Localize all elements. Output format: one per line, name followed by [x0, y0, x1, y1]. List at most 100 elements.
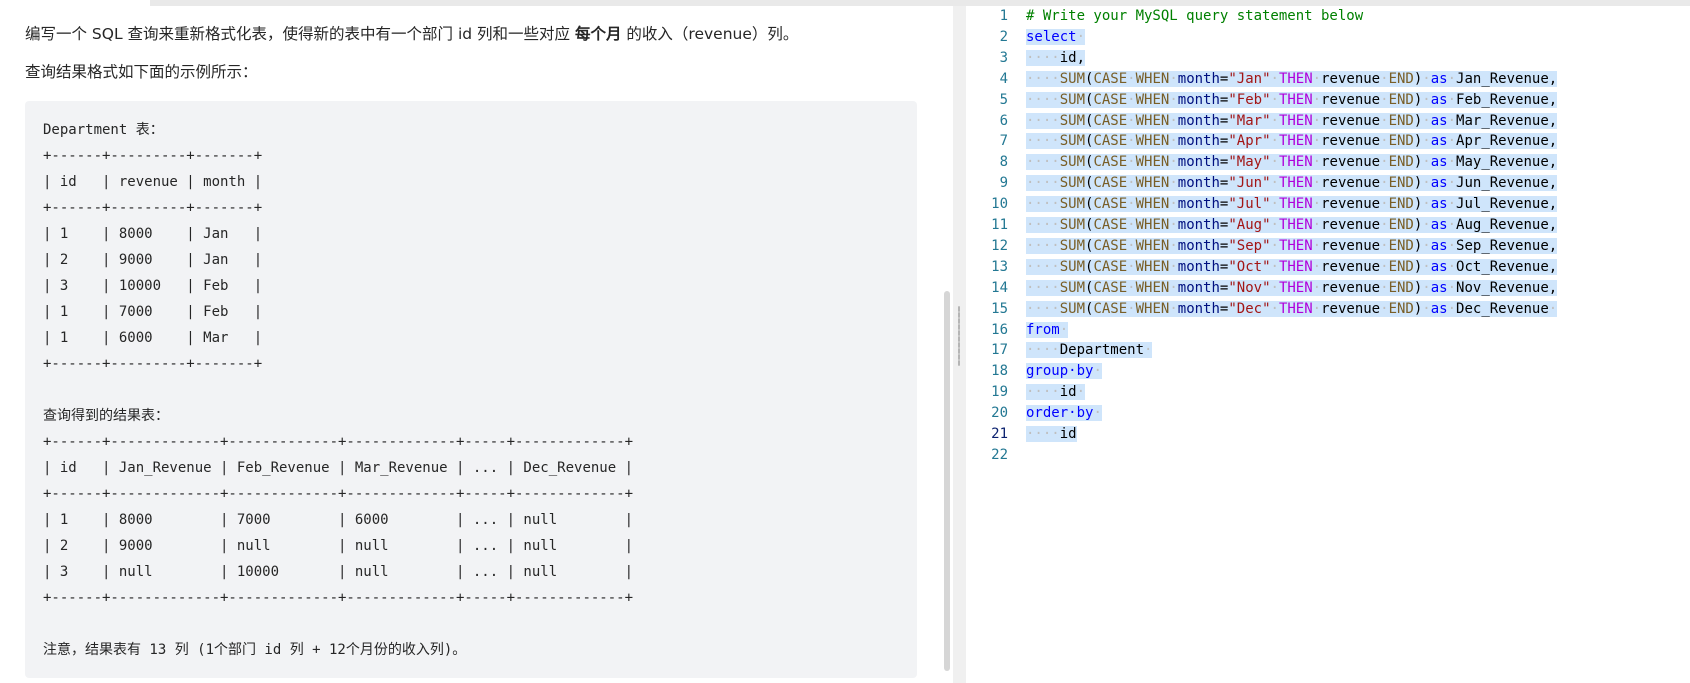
example-line: +------+-------------+-------------+----…	[43, 486, 634, 502]
keyword: THEN	[1278, 258, 1313, 275]
line-number: 22	[991, 446, 1008, 463]
whitespace-marker: ·	[1447, 175, 1457, 192]
code-line[interactable]: ····id·	[1026, 382, 1086, 403]
keyword: CASE	[1093, 70, 1128, 87]
whitespace-marker: ·	[1312, 279, 1322, 296]
identifier: month	[1177, 91, 1220, 108]
example-line: | 2 | 9000 | Jan |	[43, 252, 263, 268]
example-line: | id | Jan_Revenue | Feb_Revenue | Mar_R…	[43, 460, 634, 476]
keyword: CASE	[1093, 258, 1128, 275]
panel-splitter[interactable]	[953, 6, 966, 683]
alias: Sep_Revenue,	[1456, 237, 1558, 254]
keyword: CASE	[1093, 217, 1128, 233]
keyword: select	[1026, 28, 1077, 45]
identifier: revenue	[1321, 258, 1381, 275]
line-number: 9	[999, 175, 1008, 192]
whitespace-marker: ·	[1127, 154, 1136, 171]
line-number: 5	[999, 91, 1008, 108]
whitespace-marker: ····	[1026, 237, 1060, 254]
code-line[interactable]: ····SUM(CASE·WHEN·month="Aug"·THEN·reven…	[1026, 215, 1558, 236]
whitespace-marker: ·	[1127, 300, 1136, 317]
keyword: CASE	[1093, 279, 1128, 296]
description-scrollbar[interactable]	[944, 291, 950, 671]
line-number: 8	[999, 154, 1008, 171]
function: SUM	[1059, 258, 1086, 275]
keyword: WHEN	[1135, 112, 1170, 129]
keyword: THEN	[1278, 91, 1313, 108]
keyword: THEN	[1278, 217, 1313, 233]
code-line[interactable]: ····SUM(CASE·WHEN·month="Feb"·THEN·reven…	[1026, 90, 1558, 111]
example-line: | 2 | 9000 | null | null | ... | null |	[43, 538, 634, 554]
keyword: END	[1388, 279, 1414, 296]
code-line[interactable]: ····SUM(CASE·WHEN·month="Dec"·THEN·reven…	[1026, 299, 1558, 320]
alias: Nov_Revenue,	[1456, 279, 1558, 296]
drag-handle-icon[interactable]	[958, 306, 960, 366]
code-line[interactable]: order·by·	[1026, 403, 1102, 424]
example-line	[43, 377, 899, 403]
selected-text: ····SUM(CASE·WHEN·month="Sep"·THEN·reven…	[1026, 237, 1558, 254]
code-line[interactable]: ····SUM(CASE·WHEN·month="Mar"·THEN·reven…	[1026, 111, 1558, 132]
whitespace-marker: ·	[1169, 300, 1178, 317]
string: "Jun"	[1228, 175, 1271, 192]
code-line[interactable]: group·by·	[1026, 361, 1102, 382]
whitespace-marker: ·	[1127, 70, 1136, 87]
whitespace-marker: ·	[1093, 405, 1102, 422]
whitespace-marker: ·	[1422, 279, 1431, 296]
code-line[interactable]: ····id,	[1026, 48, 1086, 69]
code-line[interactable]: ····id	[1026, 424, 1077, 445]
function: SUM	[1059, 237, 1086, 254]
example-line: 查询得到的结果表：	[43, 408, 169, 424]
code-line[interactable]: ····SUM(CASE·WHEN·month="Jan"·THEN·reven…	[1026, 69, 1558, 90]
identifier: revenue	[1321, 91, 1381, 108]
keyword: as	[1430, 258, 1448, 275]
whitespace-marker: ·	[1270, 154, 1279, 171]
whitespace-marker: ····	[1026, 342, 1060, 359]
example-line: | 3 | null | 10000 | null | ... | null |	[43, 564, 634, 580]
whitespace-marker: ····	[1026, 133, 1060, 150]
code-line[interactable]: ····Department·	[1026, 340, 1153, 361]
selected-text: ····SUM(CASE·WHEN·month="Mar"·THEN·reven…	[1026, 112, 1558, 129]
keyword: as	[1430, 133, 1448, 150]
whitespace-marker: ·	[1312, 91, 1322, 108]
whitespace-marker: ·	[1270, 279, 1279, 296]
whitespace-marker: ·	[1380, 175, 1389, 192]
whitespace-marker: ·	[1312, 300, 1322, 317]
code-line[interactable]: # Write your MySQL query statement below	[1026, 6, 1363, 27]
whitespace-marker: ····	[1026, 300, 1060, 317]
line-number: 14	[991, 279, 1008, 296]
code-line[interactable]: ····SUM(CASE·WHEN·month="Apr"·THEN·reven…	[1026, 131, 1558, 152]
whitespace-marker: ·	[1422, 237, 1431, 254]
alias: Aug_Revenue,	[1456, 217, 1558, 233]
code-line[interactable]: ····SUM(CASE·WHEN·month="Oct"·THEN·reven…	[1026, 257, 1558, 278]
alias: Mar_Revenue,	[1456, 112, 1558, 129]
line-number: 13	[991, 258, 1008, 275]
keyword: END	[1388, 70, 1414, 87]
keyword: CASE	[1093, 175, 1128, 192]
code-line[interactable]: ····SUM(CASE·WHEN·month="Jul"·THEN·reven…	[1026, 194, 1558, 215]
example-line: +------+---------+-------+	[43, 200, 263, 216]
whitespace-marker: ·	[1144, 342, 1153, 359]
whitespace-marker: ·	[1169, 237, 1178, 254]
whitespace-marker: ·	[1270, 91, 1279, 108]
code-line[interactable]: select·	[1026, 27, 1086, 48]
whitespace-marker: ····	[1026, 112, 1060, 129]
keyword: END	[1388, 258, 1414, 275]
code-editor[interactable]: 1 2 3 4 5 6 7 8 9 10 11 12 13 14 15 16 17 18 19 20 21 22 # Wr…	[966, 6, 1690, 683]
code-line[interactable]: ····SUM(CASE·WHEN·month="Sep"·THEN·reven…	[1026, 236, 1558, 257]
line-number: 6	[999, 112, 1008, 129]
function: SUM	[1059, 70, 1086, 87]
code-line[interactable]: ····SUM(CASE·WHEN·month="Nov"·THEN·reven…	[1026, 278, 1558, 299]
whitespace-marker: ·	[1169, 154, 1178, 171]
keyword: THEN	[1278, 279, 1313, 296]
line-number: 17	[991, 342, 1008, 359]
line-number: 10	[991, 196, 1008, 213]
keyword: THEN	[1278, 175, 1313, 192]
string: "Sep"	[1228, 237, 1271, 254]
code-line[interactable]: from·	[1026, 320, 1069, 341]
example-code-block: Department 表： +------+---------+-------+ |…	[25, 101, 917, 678]
example-line: | id | revenue | month |	[43, 174, 263, 190]
example-line: | 1 | 7000 | Feb |	[43, 304, 263, 320]
whitespace-marker: ·	[1059, 321, 1069, 338]
code-line[interactable]: ····SUM(CASE·WHEN·month="Jun"·THEN·reven…	[1026, 173, 1558, 194]
code-line[interactable]: ····SUM(CASE·WHEN·month="May"·THEN·reven…	[1026, 152, 1558, 173]
